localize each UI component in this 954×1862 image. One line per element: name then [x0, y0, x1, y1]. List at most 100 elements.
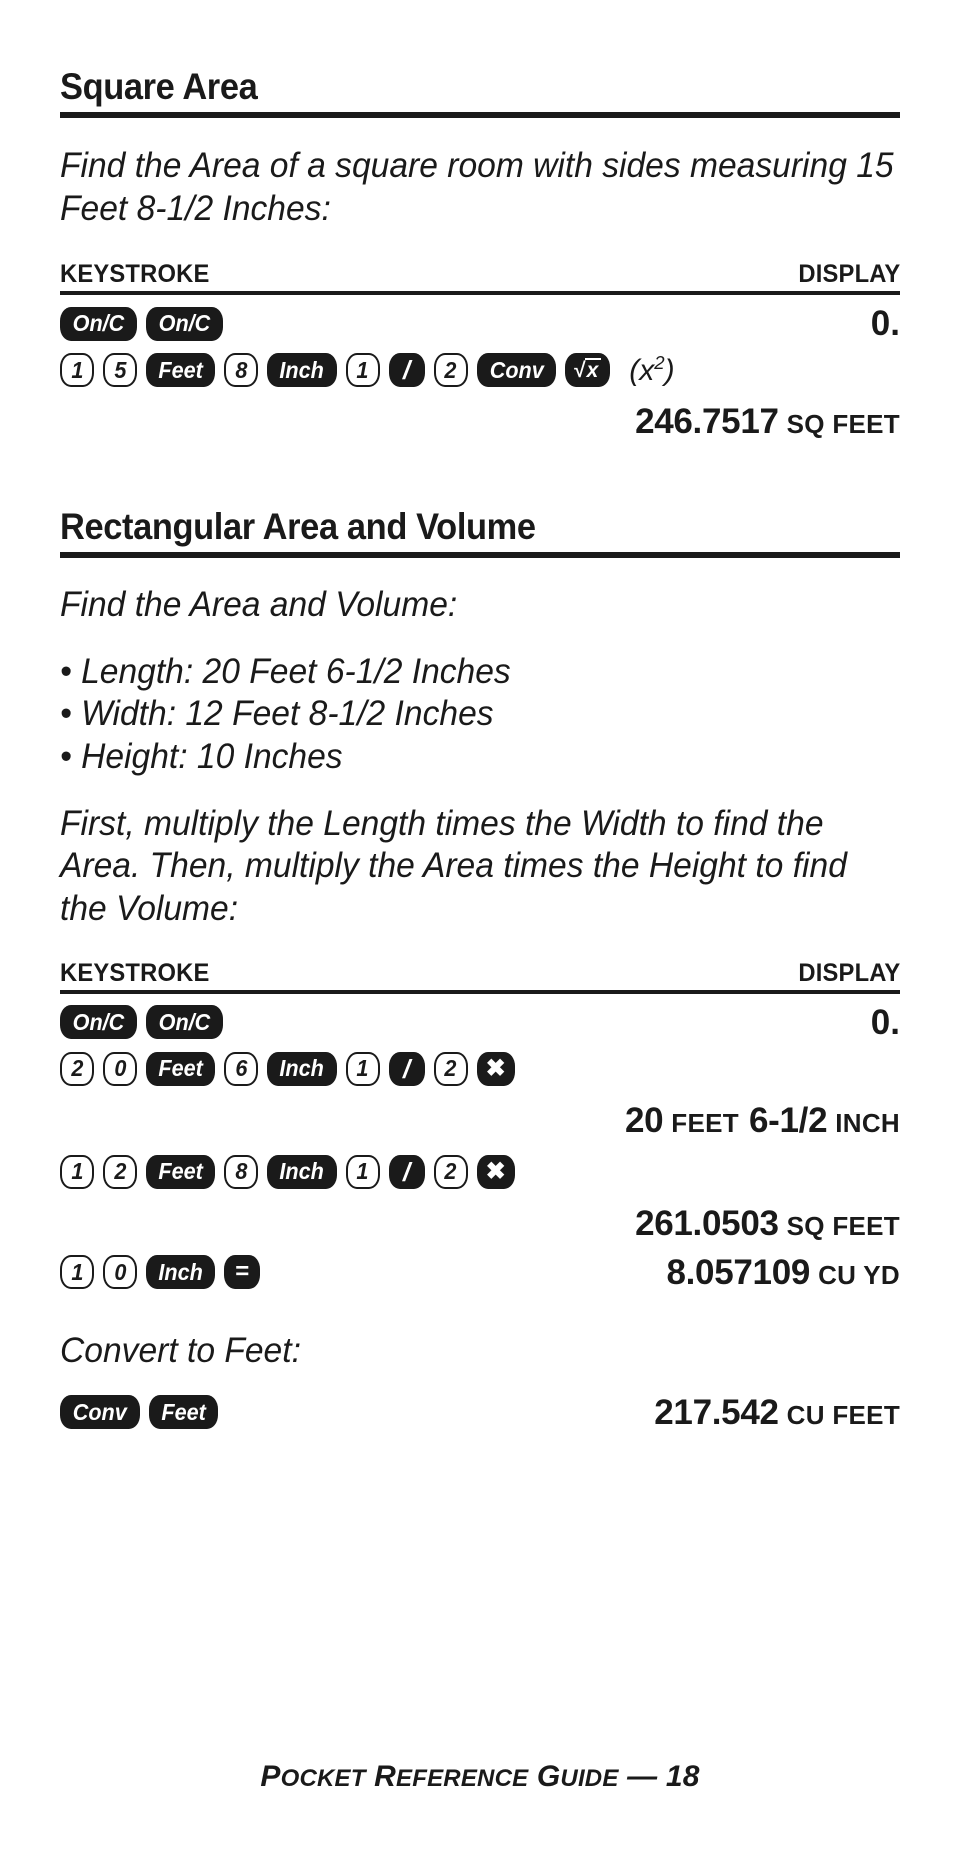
table-row: 1 0 Inch = 8.057109 CU YD	[60, 1255, 900, 1290]
table-row: 1 5 Feet 8 Inch 1 / 2 Conv √ x (x2)	[60, 350, 900, 390]
table-row: Conv Feet 217.542 CU FEET	[60, 1395, 900, 1430]
key-multiply[interactable]: ✖	[476, 1051, 515, 1086]
display-value: 246.7517	[635, 402, 779, 442]
section-title: Rectangular Area and Volume	[60, 506, 536, 547]
key-digit-1[interactable]: 1	[60, 1255, 94, 1290]
display-value-inch: 6-1/2	[748, 1100, 828, 1140]
key-digit-8[interactable]: 8	[224, 353, 259, 388]
page-title: Square Area	[60, 66, 258, 107]
display-unit-inch: INCH	[835, 1107, 900, 1138]
key-digit-2[interactable]: 2	[60, 1051, 94, 1086]
key-digit-0[interactable]: 0	[103, 1051, 137, 1086]
column-header-keystroke: KEYSTROKE	[60, 260, 210, 289]
key-digit-2[interactable]: 2	[433, 1154, 468, 1189]
key-square-root[interactable]: √ x	[565, 353, 611, 388]
display-value: 8.057109	[666, 1252, 811, 1292]
display-unit: SQ FEET	[786, 1210, 900, 1241]
section-heading-block: Square Area	[60, 68, 900, 118]
footer-g-initial: G	[536, 1760, 561, 1793]
table-row: On/C On/C 0.	[60, 1005, 900, 1040]
key-digit-1[interactable]: 1	[60, 1154, 94, 1189]
table-row: On/C On/C 0.	[60, 306, 900, 341]
key-inch[interactable]: Inch	[267, 1154, 337, 1189]
key-digit-5[interactable]: 5	[103, 353, 137, 388]
table-header-rule	[60, 989, 900, 994]
keystroke-cell: 1 2 Feet 8 Inch 1 / 2 ✖	[60, 1154, 515, 1189]
multiply-icon: ✖	[485, 1157, 506, 1185]
multiply-icon: ✖	[485, 1054, 506, 1082]
keystroke-cell: Conv Feet	[60, 1395, 218, 1429]
instructions-paragraph: First, multiply the Length times the Wid…	[60, 803, 847, 929]
key-digit-1[interactable]: 1	[345, 1051, 380, 1086]
key-inch[interactable]: Inch	[267, 1051, 337, 1086]
key-inch[interactable]: Inch	[146, 1255, 216, 1290]
key-feet[interactable]: Feet	[146, 1154, 216, 1189]
table-header: KEYSTROKE DISPLAY	[60, 260, 900, 289]
key-onc[interactable]: On/C	[145, 1005, 223, 1040]
keystroke-cell: On/C On/C	[60, 306, 223, 341]
page-body: Square Area Find the Area of a square ro…	[60, 0, 900, 1862]
key-digit-2[interactable]: 2	[433, 353, 468, 388]
column-header-display: DISPLAY	[797, 958, 900, 987]
key-onc[interactable]: On/C	[60, 306, 137, 341]
key-onc[interactable]: On/C	[145, 306, 223, 341]
equals-icon: =	[235, 1258, 250, 1286]
key-multiply[interactable]: ✖	[476, 1154, 515, 1189]
page-footer: POCKET REFERENCE GUIDE — 18	[60, 1760, 900, 1794]
keystroke-cell: 2 0 Feet 6 Inch 1 / 2 ✖	[60, 1051, 515, 1086]
list-item: • Width: 12 Feet 8-1/2 Inches	[60, 694, 494, 734]
key-digit-6[interactable]: 6	[224, 1051, 259, 1086]
display-value-feet: 20	[624, 1100, 664, 1140]
key-feet[interactable]: Feet	[148, 1395, 218, 1429]
key-equals[interactable]: =	[224, 1255, 261, 1290]
section-square-area: Square Area Find the Area of a square ro…	[60, 68, 900, 442]
display-unit: SQ FEET	[786, 409, 900, 440]
footer-reference: EFERENCE	[396, 1765, 529, 1792]
key-digit-1[interactable]: 1	[345, 353, 380, 388]
key-digit-8[interactable]: 8	[224, 1154, 259, 1189]
footer-guide: UIDE	[560, 1765, 619, 1792]
key-inch[interactable]: Inch	[267, 353, 337, 388]
sqrt-icon: √ x	[574, 357, 602, 381]
keystroke-table-1: KEYSTROKE DISPLAY On/C On/C 0. 1 5 Feet …	[60, 260, 900, 442]
key-digit-2[interactable]: 2	[103, 1154, 137, 1189]
display-unit: CU FEET	[786, 1399, 900, 1430]
heading-rule	[60, 112, 900, 118]
display-cell: 0.	[871, 306, 900, 341]
display-cell: 0.	[871, 1005, 900, 1040]
key-digit-2[interactable]: 2	[433, 1051, 468, 1086]
table-row: 20 FEET 6-1/2 INCH	[60, 1101, 900, 1141]
footer-pocket: OCKET	[280, 1765, 366, 1792]
key-onc[interactable]: On/C	[60, 1005, 137, 1040]
list-item: • Length: 20 Feet 6-1/2 Inches	[60, 651, 511, 691]
list-item: • Height: 10 Inches	[60, 737, 343, 777]
key-divide[interactable]: /	[388, 1051, 425, 1086]
key-divide[interactable]: /	[388, 353, 425, 388]
display-value: 217.542	[654, 1392, 779, 1432]
key-digit-1[interactable]: 1	[60, 353, 94, 388]
keystroke-table-2: KEYSTROKE DISPLAY On/C On/C 0. 2 0 Feet …	[60, 959, 900, 1290]
key-divide[interactable]: /	[388, 1154, 425, 1189]
annotation-x-squared: (x2)	[629, 352, 675, 388]
key-feet[interactable]: Feet	[146, 353, 216, 388]
keystroke-cell: 1 0 Inch =	[60, 1255, 261, 1290]
table-header-rule	[60, 291, 900, 296]
key-conv[interactable]: Conv	[476, 353, 557, 388]
key-digit-0[interactable]: 0	[103, 1255, 137, 1290]
display-unit: CU YD	[818, 1259, 900, 1290]
intro-paragraph: Find the Area and Volume:	[60, 585, 458, 624]
key-conv[interactable]: Conv	[60, 1395, 140, 1429]
heading-rule	[60, 552, 900, 558]
table-header: KEYSTROKE DISPLAY	[60, 959, 900, 988]
footer-page-number: — 18	[627, 1760, 700, 1793]
column-header-display: DISPLAY	[797, 260, 900, 289]
keystroke-cell: On/C On/C	[60, 1005, 223, 1040]
section-heading-block: Rectangular Area and Volume	[60, 508, 900, 558]
column-header-keystroke: KEYSTROKE	[60, 958, 210, 987]
table-row: 1 2 Feet 8 Inch 1 / 2 ✖	[60, 1152, 900, 1192]
key-feet[interactable]: Feet	[146, 1051, 216, 1086]
key-digit-1[interactable]: 1	[345, 1154, 380, 1189]
footer-r-initial: R	[374, 1760, 397, 1793]
table-row: 261.0503 SQ FEET	[60, 1204, 900, 1244]
table-row: 2 0 Feet 6 Inch 1 / 2 ✖	[60, 1049, 900, 1089]
